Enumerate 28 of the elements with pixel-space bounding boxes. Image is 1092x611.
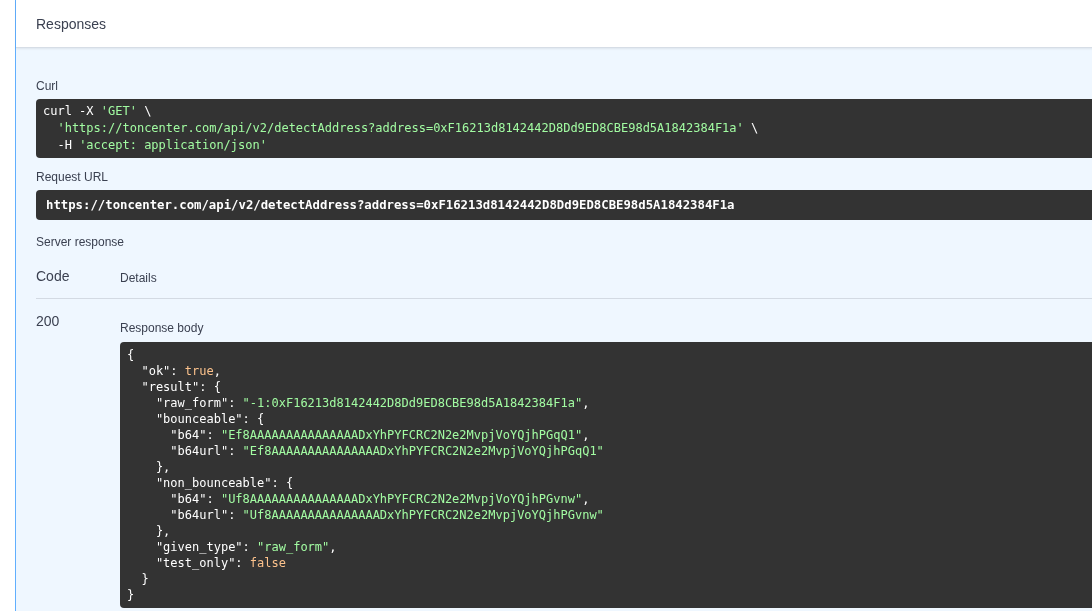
code-line: "b64url": "Uf8AAAAAAAAAAAAAAADxYhPYFCRC2N2e2MvpjVoYQjhPGvnw" (169, 507, 605, 523)
code-line: "test_only": false (154, 555, 287, 571)
request-url-block: https://toncenter.com/api/v2/detectAddress?address=0xF16213d8142442D8Dd9ED8CBE98d5A1842384F1a (36, 190, 1092, 220)
code-line: "b64": "Ef8AAAAAAAAAAAAAAADxYhPYFCRC2N2e2MvpjVoYQjhPGqQ1", (169, 427, 591, 443)
code-line: "ok": true, (140, 363, 222, 379)
code-line: "non_bounceable": { (154, 475, 295, 491)
code-line: }, (154, 523, 172, 539)
section-title: Responses (36, 15, 107, 32)
code-line: "raw_form": "-1:0xF16213d8142442D8Dd9ED8CBE98d5A1842384F1a", (154, 395, 591, 411)
code-line: "result": { (140, 379, 222, 395)
request-url-label: Request URL (36, 170, 109, 184)
status-code: 200 (36, 313, 60, 329)
column-header: Code (36, 268, 70, 284)
code-line: 'https://toncenter.com/api/v2/detectAddress?address=0xF16213d8142442D8Dd9ED8CBE98d5A1842384F1a' \ (56, 120, 760, 137)
code-line: curl -X 'GET' \ (43, 103, 153, 120)
code-line: } (127, 587, 136, 603)
code-line: "given_type": "raw_form", (154, 539, 338, 555)
server-response-label: Server response (36, 235, 125, 249)
code-line: "bounceable": { (154, 411, 266, 427)
code-line: "b64": "Uf8AAAAAAAAAAAAAAADxYhPYFCRC2N2e2MvpjVoYQjhPGvnw", (169, 491, 591, 507)
code-line: }, (154, 459, 172, 475)
code-line: } (140, 571, 150, 587)
response-body-label: Response body (120, 321, 204, 335)
curl-label: Curl (36, 79, 58, 93)
code-line: "b64url": "Ef8AAAAAAAAAAAAAAADxYhPYFCRC2N2e2MvpjVoYQjhPGqQ1" (169, 443, 605, 459)
code-line: { (127, 347, 136, 363)
column-header: Details (120, 271, 157, 285)
code-line: -H 'accept: application/json' (56, 137, 268, 154)
